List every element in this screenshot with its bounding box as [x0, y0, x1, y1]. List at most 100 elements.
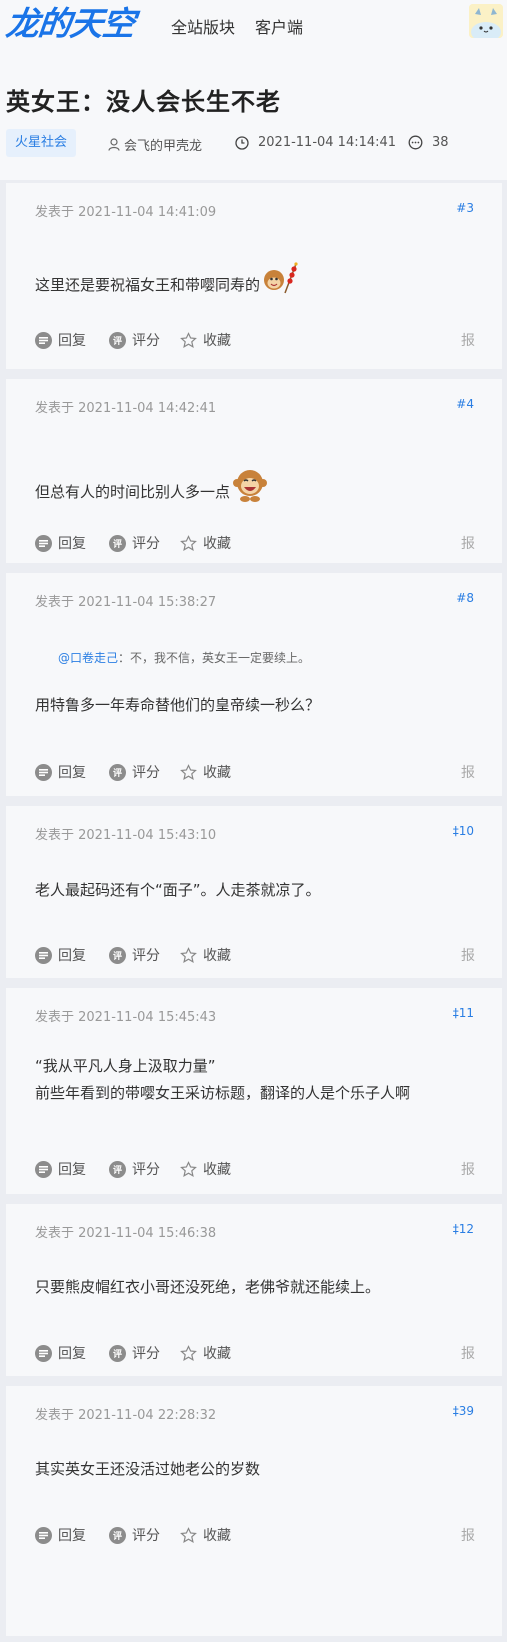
post-line: “我从平凡人身上汲取力量”	[35, 1057, 216, 1075]
user-icon	[108, 138, 120, 151]
post-content: 但总有人的时间比别人多一点	[35, 465, 269, 512]
reply-icon	[35, 763, 52, 781]
author-name: 会飞的甲壳龙	[124, 139, 203, 154]
favorite-label: 收藏	[203, 1162, 231, 1178]
reply-label: 回复	[58, 1162, 86, 1178]
rate-label: 评分	[132, 333, 160, 349]
favorite-button[interactable]: 收藏	[180, 762, 231, 782]
nav-all-boards[interactable]: 全站版块	[171, 14, 235, 38]
post-content: 用特鲁多一年寿命替他们的皇帝续一秒么？	[35, 692, 320, 719]
reply-button[interactable]: 回复	[35, 330, 86, 350]
reply-icon	[35, 1160, 52, 1178]
rate-button[interactable]: 评 评分	[109, 330, 160, 350]
reply-icon	[35, 534, 52, 552]
page: 龙的天空 全站版块 客户端 英女王：没人会长生不老 火星社会 会飞的甲壳龙 20…	[0, 0, 507, 1642]
favorite-button[interactable]: 收藏	[180, 945, 231, 965]
monkey-laugh-emoji	[231, 465, 269, 512]
rate-icon: 评	[109, 534, 126, 552]
avatar-icon	[469, 4, 503, 38]
quote-mention[interactable]: @口卷走己	[58, 651, 118, 665]
report-button[interactable]: 报	[461, 762, 475, 782]
post-floor[interactable]: #4	[456, 397, 474, 411]
rate-label: 评分	[132, 1346, 160, 1362]
rate-icon: 评	[109, 946, 126, 964]
post-floor[interactable]: #8	[456, 591, 474, 605]
rate-button[interactable]: 评 评分	[109, 533, 160, 553]
favorite-button[interactable]: 收藏	[180, 533, 231, 553]
reply-button[interactable]: 回复	[35, 1159, 86, 1179]
rate-button[interactable]: 评 评分	[109, 1525, 160, 1545]
reply-icon	[35, 331, 52, 349]
thread-time: 2021-11-04 14:14:41	[258, 135, 397, 150]
favorite-label: 收藏	[203, 765, 231, 781]
report-button[interactable]: 报	[461, 1525, 475, 1545]
reply-button[interactable]: 回复	[35, 533, 86, 553]
reply-icon	[35, 1344, 52, 1362]
rate-button[interactable]: 评 评分	[109, 945, 160, 965]
post-floor[interactable]: ‡12	[453, 1222, 474, 1236]
report-button[interactable]: 报	[461, 330, 475, 350]
post-time: 发表于 2021-11-04 15:45:43	[35, 1010, 217, 1025]
post-content: 老人最起码还有个“面子”。人走茶就凉了。	[35, 877, 321, 904]
reply-button[interactable]: 回复	[35, 1343, 86, 1363]
comment-count-info: 38	[408, 135, 449, 150]
nav-client[interactable]: 客户端	[255, 14, 303, 38]
report-button[interactable]: 报	[461, 533, 475, 553]
rate-button[interactable]: 评 评分	[109, 762, 160, 782]
reply-icon	[35, 1526, 52, 1544]
page-title: 英女王：没人会长生不老	[6, 88, 281, 116]
rate-icon: 评	[109, 1344, 126, 1362]
post-time: 发表于 2021-11-04 14:41:09	[35, 205, 217, 220]
rate-label: 评分	[132, 1162, 160, 1178]
star-icon	[180, 331, 197, 348]
post-floor[interactable]: ‡39	[453, 1404, 474, 1418]
site-logo[interactable]: 龙的天空	[4, 2, 137, 46]
report-button[interactable]: 报	[461, 945, 475, 965]
reply-label: 回复	[58, 948, 86, 964]
post-actions: 回复 评 评分 收藏 报	[35, 762, 475, 784]
top-bar: 龙的天空 全站版块 客户端	[0, 0, 507, 52]
post-item: 发表于 2021-11-04 15:46:38 ‡12 只要熊皮帽红衣小哥还没死…	[6, 1204, 502, 1376]
post-line: 用特鲁多一年寿命替他们的皇帝续一秒么？	[35, 696, 321, 714]
post-floor[interactable]: #3	[456, 201, 474, 215]
post-line: 前些年看到的带嘤女王采访标题，翻译的人是个乐子人啊	[35, 1084, 411, 1102]
reply-button[interactable]: 回复	[35, 945, 86, 965]
monkey-firecracker-emoji	[261, 260, 301, 305]
comment-icon	[408, 135, 423, 150]
thread-header: 英女王：没人会长生不老 火星社会 会飞的甲壳龙 2021-11-04 14:14…	[0, 52, 507, 180]
report-button[interactable]: 报	[461, 1343, 475, 1363]
author-info[interactable]: 会飞的甲壳龙	[108, 135, 202, 154]
reply-label: 回复	[58, 1528, 86, 1544]
favorite-button[interactable]: 收藏	[180, 1159, 231, 1179]
rate-button[interactable]: 评 评分	[109, 1159, 160, 1179]
rate-icon: 评	[109, 763, 126, 781]
clock-icon	[235, 135, 249, 150]
reply-button[interactable]: 回复	[35, 1525, 86, 1545]
reply-label: 回复	[58, 1346, 86, 1362]
favorite-button[interactable]: 收藏	[180, 1343, 231, 1363]
post-actions: 回复 评 评分 收藏 报	[35, 330, 475, 352]
post-item: 发表于 2021-11-04 14:42:41 #4 但总有人的时间比别人多一点	[6, 379, 502, 563]
reply-button[interactable]: 回复	[35, 762, 86, 782]
favorite-button[interactable]: 收藏	[180, 1525, 231, 1545]
post-time-info: 2021-11-04 14:14:41	[235, 135, 396, 150]
report-button[interactable]: 报	[461, 1159, 475, 1179]
favorite-label: 收藏	[203, 1528, 231, 1544]
user-avatar[interactable]	[469, 4, 503, 38]
rate-label: 评分	[132, 536, 160, 552]
post-floor[interactable]: ‡11	[453, 1006, 474, 1020]
post-floor[interactable]: ‡10	[453, 824, 474, 838]
post-line: 但总有人的时间比别人多一点	[35, 483, 231, 501]
reply-icon	[35, 946, 52, 964]
rate-label: 评分	[132, 1528, 160, 1544]
post-time: 发表于 2021-11-04 14:42:41	[35, 401, 217, 416]
post-time: 发表于 2021-11-04 15:38:27	[35, 595, 217, 610]
monkey-icon	[233, 470, 268, 502]
forum-tag[interactable]: 火星社会	[6, 129, 77, 157]
post-item: 发表于 2021-11-04 15:43:10 ‡10 老人最起码还有个“面子”…	[6, 806, 502, 978]
post-time: 发表于 2021-11-04 15:46:38	[35, 1226, 217, 1241]
post-actions: 回复 评 评分 收藏 报	[35, 1525, 475, 1547]
post-content: “我从平凡人身上汲取力量” 前些年看到的带嘤女王采访标题，翻译的人是个乐子人啊	[35, 1053, 410, 1107]
rate-button[interactable]: 评 评分	[109, 1343, 160, 1363]
favorite-button[interactable]: 收藏	[180, 330, 231, 350]
